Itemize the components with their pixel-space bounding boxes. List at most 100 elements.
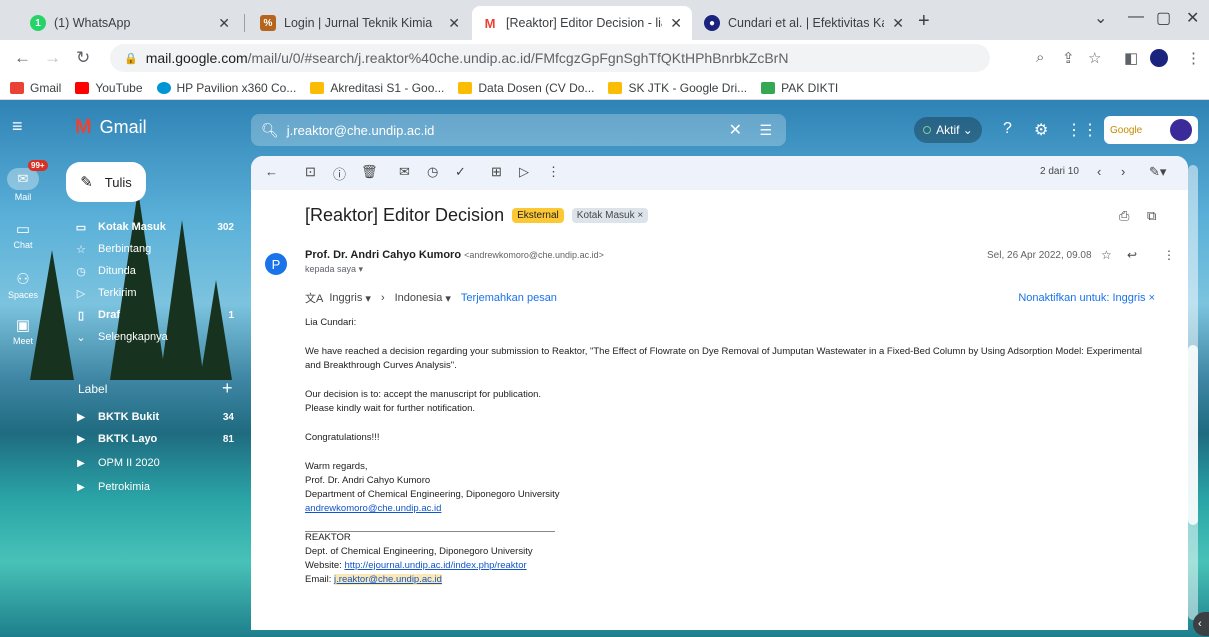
- nav-more[interactable]: ⌄ Selengkapnya: [74, 326, 238, 348]
- label-name: OPM II 2020: [98, 457, 160, 469]
- rail-chat[interactable]: ▭ Chat: [0, 220, 46, 250]
- footer-email-link[interactable]: j.reaktor@che.undip.ac.id: [334, 574, 442, 585]
- rail-spaces[interactable]: ⚇ Spaces: [0, 270, 46, 300]
- pen-tool-icon[interactable]: ✎▾: [1149, 164, 1166, 180]
- archive-icon[interactable]: ⊡: [305, 164, 316, 180]
- journal-icon: %: [260, 15, 276, 31]
- star-icon[interactable]: ☆: [1088, 49, 1101, 67]
- label-opm[interactable]: ▶ OPM II 2020: [74, 452, 238, 474]
- profile-avatar[interactable]: [1150, 49, 1168, 67]
- new-tab-button[interactable]: +: [918, 10, 930, 33]
- chevron-left-icon[interactable]: ‹: [1097, 164, 1101, 179]
- bookmark-gmail[interactable]: Gmail: [10, 81, 61, 95]
- minimize-icon[interactable]: —: [1128, 8, 1144, 26]
- hp-icon: [156, 81, 171, 94]
- apps-grid-icon[interactable]: ⋮⋮: [1066, 120, 1098, 140]
- open-new-window-icon[interactable]: ⧉: [1147, 208, 1156, 224]
- chevron-down-icon[interactable]: ⌄: [1094, 8, 1107, 28]
- zoom-icon[interactable]: ⌕: [1036, 49, 1044, 66]
- snooze-icon[interactable]: ◷: [427, 164, 438, 180]
- gmail-logo[interactable]: M Gmail: [75, 116, 147, 139]
- search-input[interactable]: j.reaktor@che.undip.ac.id: [287, 123, 435, 138]
- label-icon: ▶: [77, 481, 85, 493]
- inbox-icon: ▭: [75, 221, 87, 234]
- clear-search-icon[interactable]: ✕: [729, 120, 742, 140]
- source-language[interactable]: Inggris: [329, 292, 362, 304]
- disable-translation-link[interactable]: Nonaktifkan untuk: Inggris ×: [1018, 292, 1155, 304]
- sender-avatar[interactable]: P: [265, 253, 287, 275]
- compose-button[interactable]: ✎ Tulis: [66, 162, 146, 202]
- report-spam-icon[interactable]: ⓘ: [333, 164, 346, 183]
- search-icon[interactable]: 🔍︎: [261, 122, 279, 139]
- label-petrokimia[interactable]: ▶ Petrokimia: [74, 476, 238, 498]
- bookmark-label: HP Pavilion x360 Co...: [176, 80, 297, 95]
- mark-unread-icon[interactable]: ✉: [399, 164, 410, 180]
- trash-icon[interactable]: 🗑︎: [361, 164, 378, 180]
- nav-inbox[interactable]: ▭ Kotak Masuk 302: [74, 216, 238, 238]
- move-to-icon[interactable]: ⊞: [491, 164, 502, 180]
- bookmark-pak-dikti[interactable]: PAK DIKTI: [761, 81, 838, 95]
- inbox-chip[interactable]: Kotak Masuk ×: [571, 208, 649, 223]
- bookmark-hp[interactable]: HP Pavilion x360 Co...: [156, 80, 297, 95]
- bookmark-data-dosen[interactable]: Data Dosen (CV Do...: [458, 81, 594, 95]
- add-label-icon[interactable]: +: [222, 378, 233, 399]
- address-bar[interactable]: 🔒 mail.google.com/mail/u/0/#search/j.rea…: [110, 44, 990, 72]
- reload-icon[interactable]: ↻: [76, 48, 90, 68]
- tab-whatsapp[interactable]: 1 (1) WhatsApp ✕: [20, 6, 240, 40]
- bookmark-youtube[interactable]: YouTube: [75, 80, 143, 95]
- recipient-toggle[interactable]: kepada saya ▾: [305, 264, 363, 275]
- print-icon[interactable]: ⎙: [1119, 208, 1129, 224]
- tab-gmail[interactable]: M [Reaktor] Editor Decision - liacun ✕: [472, 6, 692, 40]
- bookmark-sk-jtk[interactable]: SK JTK - Google Dri...: [608, 81, 747, 95]
- tab-jurnal-login[interactable]: % Login | Jurnal Teknik Kimia ✕: [250, 6, 470, 40]
- message-panel: ← ⊡ ⓘ 🗑︎ ✉ ◷ ✓ ⊞ ▷ ⋮ 2 dari 10 ‹ › ✎▾ [R…: [251, 156, 1188, 630]
- close-icon[interactable]: ✕: [218, 15, 230, 32]
- back-icon[interactable]: ←: [14, 48, 31, 68]
- bookmark-akreditasi[interactable]: Akreditasi S1 - Goo...: [310, 81, 444, 95]
- account-switcher[interactable]: Google: [1104, 116, 1198, 144]
- star-icon[interactable]: ☆: [1101, 248, 1112, 262]
- main-menu-icon[interactable]: ≡: [12, 116, 23, 137]
- tab-cundari[interactable]: ● Cundari et al. | Efektivitas Karbon ✕: [694, 6, 914, 40]
- search-options-icon[interactable]: ☰: [759, 122, 772, 139]
- gear-icon[interactable]: ⚙: [1034, 120, 1048, 140]
- close-icon[interactable]: ✕: [670, 15, 682, 32]
- forward-icon[interactable]: →: [44, 48, 61, 68]
- rail-meet[interactable]: ▣ Meet: [0, 316, 46, 346]
- share-icon[interactable]: ⇪: [1062, 49, 1075, 67]
- close-icon[interactable]: ✕: [892, 15, 904, 32]
- nav-drafts[interactable]: ▯ Draf 1: [74, 304, 238, 326]
- back-arrow-icon[interactable]: ←: [265, 164, 278, 179]
- close-icon[interactable]: ✕: [1186, 8, 1199, 28]
- signature-email-link[interactable]: andrewkomoro@che.undip.ac.id: [305, 503, 441, 514]
- nav-sent[interactable]: ▷ Terkirim: [74, 282, 238, 304]
- drive-icon: [310, 81, 325, 94]
- search-bar[interactable]: 🔍︎ j.reaktor@che.undip.ac.id ✕ ☰: [251, 114, 786, 146]
- add-task-icon[interactable]: ✓: [455, 164, 466, 180]
- restore-icon[interactable]: ▢: [1156, 8, 1171, 28]
- bookmark-label: YouTube: [95, 80, 143, 95]
- footer-website-line: Website: http://ejournal.undip.ac.id/ind…: [305, 560, 527, 571]
- rail-mail[interactable]: ✉ Mail: [0, 168, 46, 202]
- help-icon[interactable]: ?: [1003, 120, 1012, 138]
- chevron-right-icon[interactable]: ›: [1121, 164, 1125, 179]
- nav-starred[interactable]: ☆ Berbintang: [74, 238, 238, 260]
- label-bktk-layo[interactable]: ▶ BKTK Layo 81: [74, 428, 238, 450]
- nav-snoozed[interactable]: ◷ Ditunda: [74, 260, 238, 282]
- footer-website-link[interactable]: http://ejournal.undip.ac.id/index.php/re…: [344, 560, 526, 571]
- target-language[interactable]: Indonesia: [395, 292, 443, 304]
- label-bktk-bukit[interactable]: ▶ BKTK Bukit 34: [74, 406, 238, 428]
- label-icon[interactable]: ▷: [519, 164, 529, 180]
- sidepanel-icon[interactable]: ◧: [1124, 49, 1138, 67]
- more-icon[interactable]: ⋮: [1163, 248, 1175, 262]
- journal-icon: ●: [704, 15, 720, 31]
- more-icon[interactable]: ⋮: [547, 164, 560, 180]
- status-button[interactable]: Aktif ⌄: [914, 117, 982, 143]
- reply-icon[interactable]: ↩: [1127, 248, 1137, 262]
- translate-message-link[interactable]: Terjemahkan pesan: [461, 292, 557, 304]
- message-date: Sel, 26 Apr 2022, 09.08: [987, 250, 1092, 261]
- sender-line: Prof. Dr. Andri Cahyo Kumoro <andrewkomo…: [305, 249, 604, 261]
- close-icon[interactable]: ✕: [448, 15, 460, 32]
- more-icon[interactable]: ⋮: [1186, 49, 1201, 67]
- scrollbar-thumb[interactable]: [1188, 345, 1198, 525]
